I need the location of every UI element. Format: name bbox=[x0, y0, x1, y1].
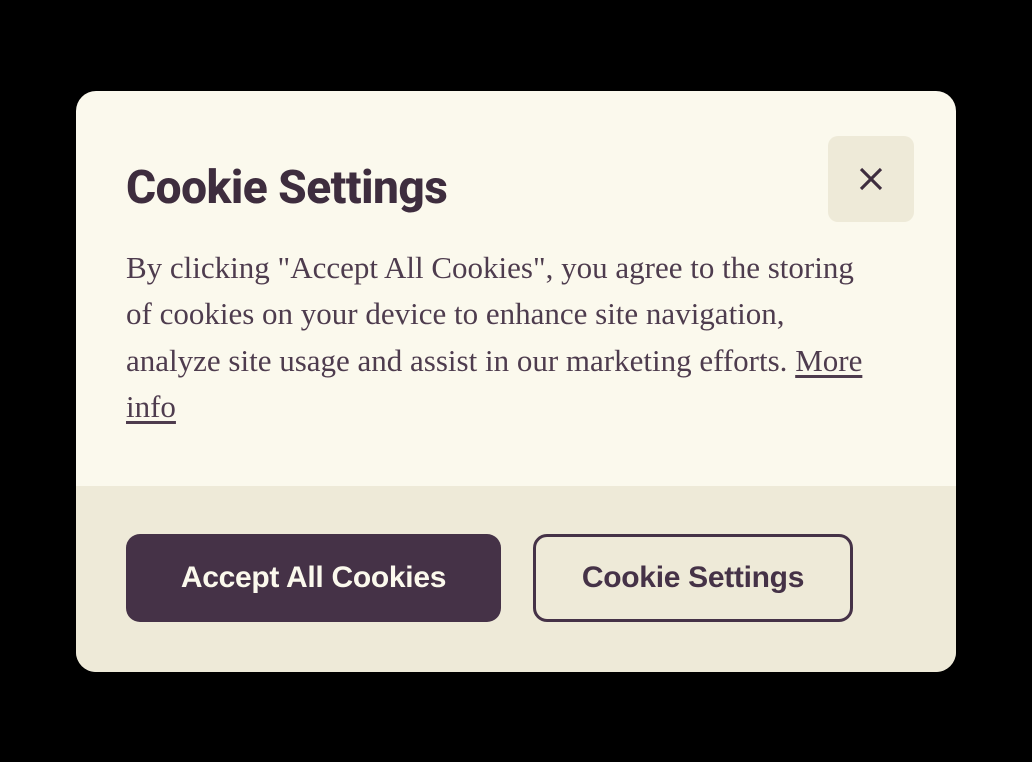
close-button[interactable] bbox=[828, 136, 914, 222]
cookie-settings-dialog: Cookie Settings By clicking "Accept All … bbox=[76, 91, 956, 672]
cookie-settings-button[interactable]: Cookie Settings bbox=[533, 534, 853, 622]
accept-all-cookies-button[interactable]: Accept All Cookies bbox=[126, 534, 501, 622]
dialog-footer: Accept All Cookies Cookie Settings bbox=[76, 486, 956, 672]
close-icon bbox=[856, 164, 886, 194]
dialog-body-text: By clicking "Accept All Cookies", you ag… bbox=[126, 250, 854, 378]
dialog-title: Cookie Settings bbox=[126, 161, 906, 215]
dialog-description: By clicking "Accept All Cookies", you ag… bbox=[126, 245, 886, 431]
dialog-body: Cookie Settings By clicking "Accept All … bbox=[76, 91, 956, 486]
